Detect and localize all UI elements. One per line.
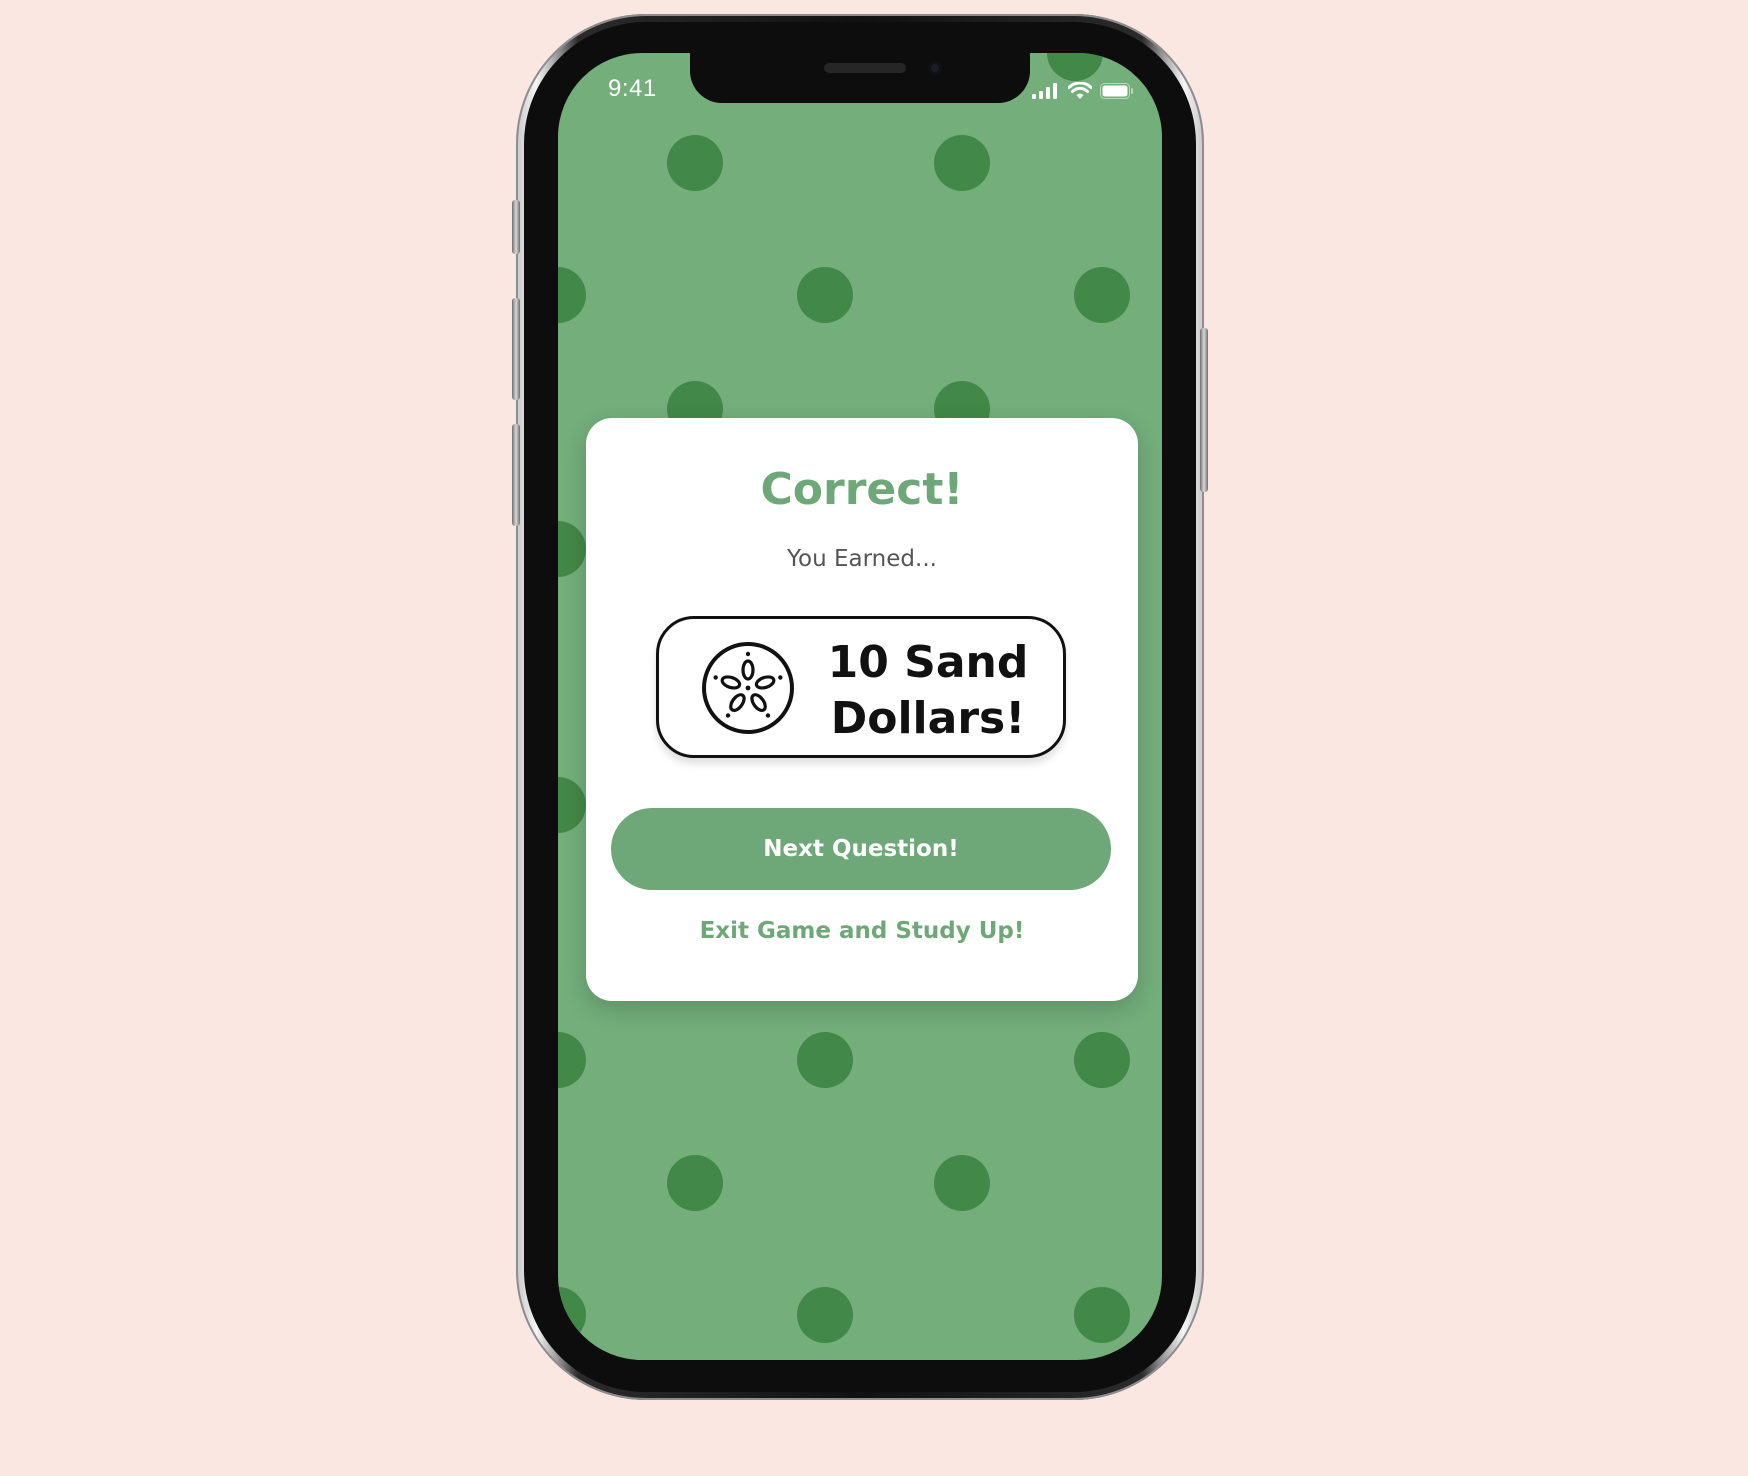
status-icons [1032,79,1134,103]
result-modal: Correct! You Earned... 10 Sand Dollars! … [586,418,1138,1001]
next-question-button[interactable]: Next Question! [611,808,1111,890]
phone-screen: 9:41 Correct! You Earned... 10 Sand Doll… [558,53,1162,1360]
status-time: 9:41 [608,75,657,102]
exit-game-link[interactable]: Exit Game and Study Up! [586,918,1138,944]
wifi-icon [1068,82,1092,99]
battery-icon [1100,83,1133,99]
signal-icon [1032,83,1057,99]
reward-amount: 10 Sand Dollars! [807,635,1049,747]
power-button [1200,328,1208,492]
mute-switch [512,200,520,254]
reward-line-2: Dollars! [830,693,1026,744]
speaker-grille [824,63,906,73]
notch [690,53,1030,103]
result-title: Correct! [760,464,964,515]
sand-dollar-icon [702,642,794,734]
volume-down-button [512,424,520,526]
reward-card: 10 Sand Dollars! [656,616,1066,758]
reward-line-1: 10 Sand [827,637,1029,688]
result-subtitle: You Earned... [787,546,937,572]
front-camera [928,61,942,75]
volume-up-button [512,298,520,400]
